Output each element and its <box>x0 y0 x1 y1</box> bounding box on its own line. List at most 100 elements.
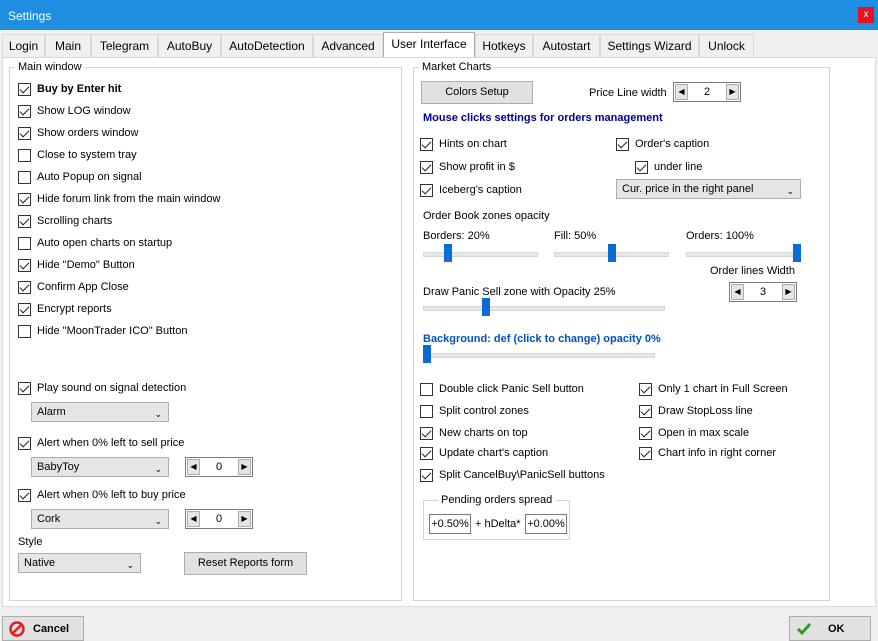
draw-stoploss-checkbox[interactable]: Draw StopLoss line <box>639 403 753 419</box>
checkbox-label: Iceberg's caption <box>439 184 522 196</box>
close-to-tray-checkbox[interactable]: Close to system tray <box>18 147 137 163</box>
background-label[interactable]: Background: def (click to change) opacit… <box>423 333 661 345</box>
hints-checkbox[interactable]: Hints on chart <box>420 136 507 152</box>
checkbox-label: Alert when 0% left to sell price <box>37 437 185 449</box>
tab-autobuy[interactable]: AutoBuy <box>158 34 221 58</box>
ok-button[interactable]: OK <box>789 616 871 641</box>
tab-login[interactable]: Login <box>2 34 45 58</box>
close-button[interactable]: x <box>858 7 874 23</box>
tab-autodetection[interactable]: AutoDetection <box>221 34 313 58</box>
buy-select-value: Cork <box>37 513 61 525</box>
max-scale-checkbox[interactable]: Open in max scale <box>639 425 749 441</box>
update-caption-checkbox[interactable]: Update chart's caption <box>420 445 548 461</box>
hide-ico-checkbox[interactable]: Hide "MoonTrader ICO" Button <box>18 323 187 339</box>
chart-info-corner-checkbox[interactable]: Chart info in right corner <box>639 445 776 461</box>
tab-unlock[interactable]: Unlock <box>699 34 754 58</box>
buy-spinner[interactable]: ◀ 0 ▶ <box>185 509 253 529</box>
checkbox-box <box>616 137 629 151</box>
sell-spinner[interactable]: ◀ 0 ▶ <box>185 457 253 477</box>
checkbox-label: Encrypt reports <box>37 303 112 315</box>
only-one-chart-checkbox[interactable]: Only 1 chart in Full Screen <box>639 381 788 397</box>
tab-settings-wizard[interactable]: Settings Wizard <box>600 34 699 58</box>
tab-autostart[interactable]: Autostart <box>533 34 600 58</box>
order-lines-spinner[interactable]: ◀ 3 ▶ <box>729 282 797 302</box>
reset-reports-button[interactable]: Reset Reports form <box>184 552 307 575</box>
increment-icon[interactable]: ▶ <box>726 84 739 100</box>
increment-icon[interactable]: ▶ <box>782 284 795 300</box>
alert-buy-checkbox[interactable]: Alert when 0% left to buy price <box>18 487 186 503</box>
decrement-icon[interactable]: ◀ <box>187 511 200 527</box>
iceberg-checkbox[interactable]: Iceberg's caption <box>420 182 522 198</box>
background-slider[interactable] <box>423 345 655 365</box>
decrement-icon[interactable]: ◀ <box>731 284 744 300</box>
increment-icon[interactable]: ▶ <box>238 511 251 527</box>
increment-icon[interactable]: ▶ <box>238 459 251 475</box>
confirm-close-checkbox[interactable]: Confirm App Close <box>18 279 129 295</box>
checkbox-label: Show orders window <box>37 127 139 139</box>
checkbox-box <box>18 236 31 250</box>
orders-label: Orders: 100% <box>686 230 754 242</box>
sound-select[interactable]: Alarm ⌄ <box>31 402 169 422</box>
pending-spread-a-input[interactable]: +0.50% <box>429 514 471 534</box>
checkbox-label: Alert when 0% left to buy price <box>37 489 186 501</box>
slider-thumb[interactable] <box>423 345 431 363</box>
sell-sound-select[interactable]: BabyToy ⌄ <box>31 457 169 477</box>
auto-popup-checkbox[interactable]: Auto Popup on signal <box>18 169 142 185</box>
slider-thumb[interactable] <box>793 244 801 262</box>
scrolling-charts-checkbox[interactable]: Scrolling charts <box>18 213 112 229</box>
show-orders-checkbox[interactable]: Show orders window <box>18 125 139 141</box>
buy-by-enter-checkbox[interactable]: Buy by Enter hit <box>18 81 121 97</box>
hide-forum-link-checkbox[interactable]: Hide forum link from the main window <box>18 191 220 207</box>
buy-sound-select[interactable]: Cork ⌄ <box>31 509 169 529</box>
slider-thumb[interactable] <box>481 298 490 316</box>
play-sound-checkbox[interactable]: Play sound on signal detection <box>18 380 186 396</box>
price-line-spinner[interactable]: ◀ 2 ▶ <box>673 82 741 102</box>
checkbox-box <box>18 381 31 395</box>
panic-sell-slider[interactable] <box>423 298 665 318</box>
checkbox-label: Hide "Demo" Button <box>37 259 135 271</box>
tab-hotkeys[interactable]: Hotkeys <box>475 34 533 58</box>
pending-spread-b-input[interactable]: +0.00% <box>525 514 567 534</box>
tab-advanced[interactable]: Advanced <box>313 34 383 58</box>
under-line-checkbox[interactable]: under line <box>635 159 702 175</box>
checkbox-box <box>639 426 652 440</box>
order-caption-checkbox[interactable]: Order's caption <box>616 136 709 152</box>
cancel-button[interactable]: Cancel <box>2 616 84 641</box>
split-zones-checkbox[interactable]: Split control zones <box>420 403 529 419</box>
show-log-checkbox[interactable]: Show LOG window <box>18 103 131 119</box>
decrement-icon[interactable]: ◀ <box>187 459 200 475</box>
hide-demo-checkbox[interactable]: Hide "Demo" Button <box>18 257 135 273</box>
colors-setup-button[interactable]: Colors Setup <box>421 81 533 104</box>
slider-thumb[interactable] <box>607 244 616 262</box>
new-charts-top-checkbox[interactable]: New charts on top <box>420 425 528 441</box>
encrypt-reports-checkbox[interactable]: Encrypt reports <box>18 301 112 317</box>
checkbox-label: Hide "MoonTrader ICO" Button <box>37 325 188 337</box>
checkbox-label: Show profit in $ <box>439 161 515 173</box>
checkbox-box <box>18 258 31 272</box>
checkbox-label: Auto Popup on signal <box>37 171 142 183</box>
show-profit-checkbox[interactable]: Show profit in $ <box>420 159 515 175</box>
decrement-icon[interactable]: ◀ <box>675 84 688 100</box>
slider-thumb[interactable] <box>444 244 453 262</box>
checkbox-box <box>420 404 433 418</box>
auto-open-charts-checkbox[interactable]: Auto open charts on startup <box>18 235 172 251</box>
style-select[interactable]: Native ⌄ <box>18 553 141 573</box>
fill-slider[interactable] <box>554 244 669 264</box>
borders-slider[interactable] <box>423 244 538 264</box>
checkbox-label: Split control zones <box>439 405 529 417</box>
tab-telegram[interactable]: Telegram <box>91 34 158 58</box>
checkbox-label: Close to system tray <box>37 149 137 161</box>
tab-main[interactable]: Main <box>45 34 91 58</box>
orders-slider[interactable] <box>686 244 801 264</box>
order-book-label: Order Book zones opacity <box>423 210 550 222</box>
checkbox-box <box>18 324 31 338</box>
tab-user-interface[interactable]: User Interface <box>383 32 475 58</box>
split-cancel-panic-checkbox[interactable]: Split CancelBuy\PanicSell buttons <box>420 467 605 483</box>
chevron-down-icon: ⌄ <box>126 560 134 570</box>
alert-sell-checkbox[interactable]: Alert when 0% left to sell price <box>18 435 184 451</box>
checkbox-box <box>420 446 433 460</box>
price-panel-select[interactable]: Cur. price in the right panel ⌄ <box>616 179 801 199</box>
panic-sell-label: Draw Panic Sell zone with Opacity 25% <box>423 286 616 298</box>
chevron-down-icon: ⌄ <box>154 464 162 474</box>
double-click-panic-checkbox[interactable]: Double click Panic Sell button <box>420 381 584 397</box>
